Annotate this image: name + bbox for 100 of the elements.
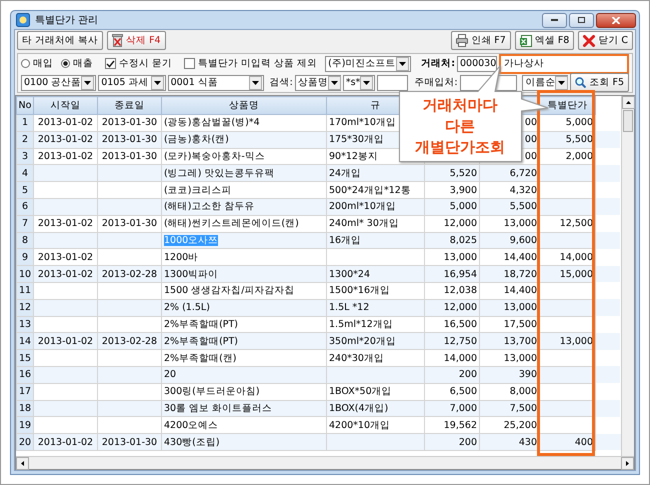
row-number: 8 — [16, 232, 34, 249]
table-cell: 2013-01-02 — [34, 215, 98, 232]
client-code-field[interactable]: 000030 — [457, 56, 497, 72]
table-cell: (모카)복숭아홍차-믹스 — [164, 150, 265, 162]
table-cell: 200 — [424, 366, 480, 384]
table-cell: 2013-01-02 — [34, 131, 98, 148]
table-cell: 200 — [424, 434, 480, 450]
close-button[interactable]: 닫기 C — [578, 31, 633, 50]
table-cell: 12,000 — [424, 215, 480, 232]
close-button[interactable] — [596, 12, 636, 28]
vertical-scrollbar[interactable] — [621, 96, 634, 456]
checkmark-icon[interactable] — [106, 60, 115, 68]
table-cell: 2013-01-30 — [98, 114, 162, 132]
row-number: 15 — [16, 350, 34, 366]
print-button[interactable]: 인쇄 F7 — [451, 31, 511, 50]
caret-icon[interactable] — [154, 80, 161, 84]
checkbox-option[interactable]: 수정시 묻기 — [105, 57, 172, 70]
table-cell: 30롤 엠보 화이트플러스 — [164, 402, 272, 414]
column-header[interactable]: 시작일 — [34, 96, 98, 114]
table-cell: 20 — [164, 369, 176, 380]
table-cell: 2%부족할때(캔) — [164, 352, 236, 364]
table-cell: 1500 생생감자칩/피자감자칩 — [164, 285, 294, 296]
table-cell: 6,500 — [424, 383, 480, 400]
client-name-field[interactable]: 가나상사 — [501, 56, 627, 72]
table-cell: 2%부족할때(PT) — [164, 318, 238, 330]
table-cell: 12,000 — [424, 299, 480, 316]
row-number: 3 — [16, 148, 34, 165]
sort-dropdown[interactable]: 이름순 — [522, 74, 568, 90]
table-cell: 240*30개입 — [326, 350, 424, 366]
table-cell: 2%부족할때(PT) — [164, 336, 238, 347]
table-cell: 2013-02-28 — [98, 266, 162, 282]
caret-icon[interactable] — [363, 80, 370, 84]
table-cell: 14,000 — [424, 350, 480, 366]
column-header[interactable]: 특별단가 — [540, 96, 596, 114]
table-cell: 2% (1.5L) — [164, 302, 210, 314]
maximize-icon[interactable] — [578, 17, 585, 23]
search-icon[interactable] — [575, 77, 586, 88]
spreadsheet-icon[interactable] — [520, 34, 532, 46]
column-header[interactable]: 종료일 — [98, 96, 162, 114]
table-cell: 300링(부드러운아침) — [164, 386, 260, 398]
maximize-button[interactable] — [569, 12, 594, 28]
row-number: 20 — [16, 434, 34, 450]
table-cell: 1BOX*50개입 — [326, 383, 424, 400]
table-cell: 12,038 — [424, 282, 480, 300]
category-dropdown[interactable]: 0100 공산품 — [21, 74, 96, 90]
table-cell: 1300*24 — [326, 266, 424, 282]
scroll-thumb[interactable] — [623, 110, 633, 132]
scroll-right-icon[interactable] — [621, 457, 634, 470]
table-cell: (해태)썬키스트레몬에이드(캔) — [164, 218, 299, 230]
match-dropdown[interactable]: *s* — [342, 74, 376, 90]
table-cell: (해태)고소한 참두유 — [164, 201, 254, 212]
search-label: 검색: — [270, 76, 293, 89]
minimize-button[interactable] — [542, 12, 567, 28]
horizontal-scrollbar[interactable] — [16, 456, 634, 469]
row-number: 9 — [16, 248, 34, 266]
table-cell: 3,900 — [424, 182, 480, 198]
excel-button[interactable]: 엑셀 F8 — [514, 31, 574, 50]
trash-icon[interactable] — [112, 34, 124, 47]
column-header[interactable]: 상품명 — [162, 96, 326, 114]
radio-option[interactable]: 매입 — [21, 57, 53, 70]
table-cell: 2013-01-02 — [34, 114, 98, 132]
row-number: 17 — [16, 383, 34, 400]
printer-icon[interactable] — [456, 34, 468, 47]
search-input[interactable] — [377, 74, 408, 90]
radio-option[interactable]: 매출 — [61, 57, 93, 70]
delete-button[interactable]: 삭제 F4 — [107, 31, 166, 50]
row-number: 1 — [16, 114, 34, 132]
caret-icon[interactable] — [558, 80, 566, 84]
table-cell: 8,025 — [424, 232, 480, 249]
row-number: 10 — [16, 266, 34, 282]
table-cell: (금농)홍차(캔) — [164, 134, 229, 146]
row-number: 14 — [16, 332, 34, 350]
tax-dropdown[interactable]: 0105 과세 — [98, 74, 166, 90]
search-field-dropdown[interactable]: 상품명 — [294, 74, 341, 90]
scroll-left-icon[interactable] — [16, 457, 29, 470]
table-cell: 1500*16개입 — [326, 282, 424, 300]
query-button[interactable]: 조회 F5 — [570, 73, 630, 92]
caret-icon[interactable] — [252, 80, 259, 84]
table-cell: (광동)홍삼벌꿀(병)*4 — [164, 117, 260, 128]
table-cell: 2013-01-02 — [34, 434, 98, 450]
column-header[interactable]: No — [16, 96, 34, 114]
close-icon[interactable] — [583, 34, 596, 46]
table-cell: 16개입 — [326, 232, 424, 249]
table-cell: 2013-01-30 — [98, 215, 162, 232]
window-title: 특별단가 관리 — [35, 14, 98, 27]
caret-icon[interactable] — [84, 80, 92, 84]
checkbox-option[interactable]: 특별단가 미입력 상품 제외 — [184, 57, 318, 70]
table-cell: 7,000 — [424, 400, 480, 417]
table-cell: 2013-01-02 — [34, 266, 98, 282]
scroll-up-icon[interactable] — [622, 96, 635, 109]
row-number: 19 — [16, 416, 34, 434]
caret-icon[interactable] — [330, 80, 338, 84]
table-cell: 500*24개입*12통 — [326, 182, 424, 198]
copy-button[interactable]: 타 거래처에 복사 — [17, 31, 104, 50]
table-cell: 24개입 — [326, 164, 424, 182]
table-cell: 1BOX(4개입) — [326, 400, 424, 417]
table-cell: (빙그레) 맛있는콩두유팩 — [164, 168, 274, 179]
group-dropdown[interactable]: 0001 식품 — [168, 74, 264, 90]
company-dropdown[interactable]: (주)미진소프트 — [325, 56, 412, 72]
row-number: 2 — [16, 131, 34, 148]
